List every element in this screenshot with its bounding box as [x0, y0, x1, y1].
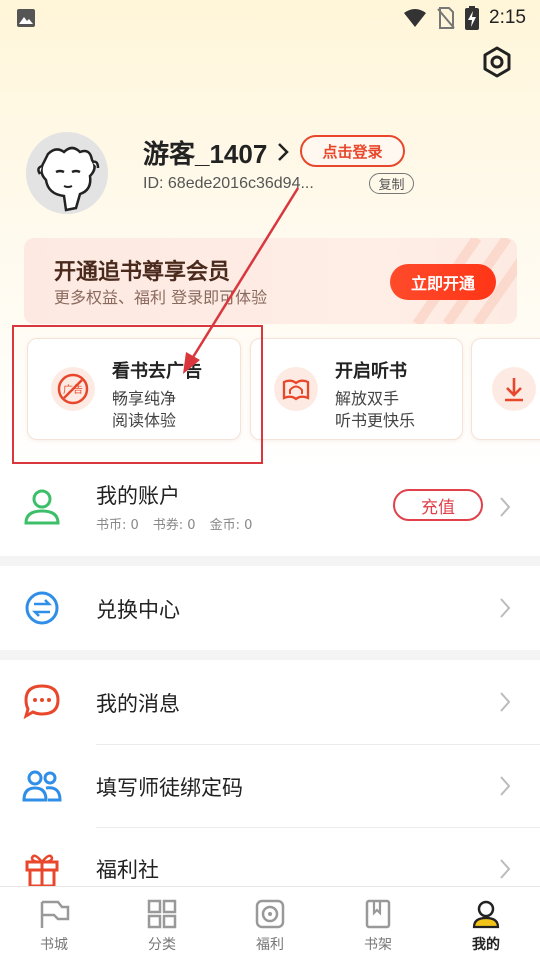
audiobook-icon — [274, 367, 318, 411]
feature-line-2: 听书更快乐 — [335, 411, 416, 430]
nav-label: 书架 — [364, 937, 392, 953]
gold-coins: 金币: 0 — [209, 518, 253, 533]
invite-code-row[interactable]: 填写师徒绑定码 — [0, 745, 540, 827]
exchange-center-row[interactable]: 兑换中心 — [0, 566, 540, 650]
message-icon — [22, 682, 62, 722]
chevron-right-icon — [496, 689, 514, 715]
battery-charging-icon — [465, 6, 480, 30]
no-sim-icon — [437, 7, 455, 29]
nav-label: 我的 — [472, 937, 500, 953]
status-time: 2:15 — [489, 7, 526, 28]
section-gap — [0, 556, 540, 566]
exchange-center-title: 兑换中心 — [96, 598, 180, 622]
avatar[interactable] — [26, 132, 108, 214]
nav-profile[interactable]: 我的 — [432, 887, 540, 960]
welfare-icon — [255, 899, 285, 929]
wifi-icon — [403, 8, 427, 28]
username[interactable]: 游客_1407 — [143, 134, 267, 171]
vip-title: 开通追书尊享会员 — [54, 260, 231, 285]
book-coins: 书币: 0 — [96, 518, 139, 533]
user-icon — [22, 486, 62, 526]
nav-welfare[interactable]: 福利 — [216, 887, 324, 960]
category-icon — [147, 899, 177, 929]
bookstore-icon — [38, 899, 70, 929]
invite-code-title: 填写师徒绑定码 — [96, 776, 243, 800]
chevron-right-icon — [496, 773, 514, 799]
my-messages-row[interactable]: 我的消息 — [0, 660, 540, 744]
settings-icon[interactable] — [479, 44, 515, 80]
exchange-icon — [22, 588, 62, 628]
download-icon — [492, 367, 536, 411]
welfare-club-row[interactable]: 福利社 — [0, 828, 540, 888]
chevron-right-icon — [496, 856, 514, 882]
chevron-right-icon — [496, 494, 514, 520]
feature-title: 开启听书 — [335, 361, 407, 382]
account-stats: 书币: 0 书券: 0 金币: 0 — [96, 514, 252, 533]
open-vip-button[interactable]: 立即开通 — [390, 264, 496, 300]
sheep-avatar-icon — [26, 132, 108, 214]
book-vouchers: 书券: 0 — [152, 518, 196, 533]
feature-card-audiobook[interactable]: 开启听书 解放双手 听书更快乐 — [250, 338, 463, 440]
feature-line-1: 解放双手 — [335, 389, 400, 408]
recharge-button[interactable]: 充值 — [393, 489, 483, 521]
gift-icon — [22, 848, 62, 888]
profile-icon — [471, 899, 501, 929]
nav-category[interactable]: 分类 — [108, 887, 216, 960]
copy-id-button[interactable]: 复制 — [369, 173, 414, 194]
status-bar: 2:15 — [0, 0, 540, 36]
nav-bookshelf[interactable]: 书架 — [324, 887, 432, 960]
vip-banner[interactable]: 开通追书尊享会员 更多权益、福利 登录即可体验 立即开通 — [24, 238, 517, 324]
nav-bookstore[interactable]: 书城 — [0, 887, 108, 960]
chevron-right-icon — [496, 595, 514, 621]
annotation-highlight-box — [12, 325, 263, 464]
welfare-club-title: 福利社 — [96, 858, 159, 882]
bottom-nav: 书城 分类 福利 书架 我的 — [0, 886, 540, 960]
nav-label: 书城 — [40, 937, 68, 953]
vip-subtitle: 更多权益、福利 登录即可体验 — [54, 288, 268, 307]
section-gap — [0, 650, 540, 660]
image-icon — [16, 8, 36, 28]
nav-label: 分类 — [148, 937, 176, 953]
login-button[interactable]: 点击登录 — [300, 135, 405, 167]
nav-label: 福利 — [256, 937, 284, 953]
user-id: ID: 68ede2016c36d94... — [143, 175, 314, 192]
my-account-title: 我的账户 — [96, 484, 180, 508]
my-messages-title: 我的消息 — [96, 692, 180, 716]
bookshelf-icon — [364, 899, 392, 929]
chevron-right-icon[interactable] — [274, 141, 292, 163]
users-icon — [22, 766, 62, 806]
feature-card-download[interactable] — [471, 338, 540, 440]
